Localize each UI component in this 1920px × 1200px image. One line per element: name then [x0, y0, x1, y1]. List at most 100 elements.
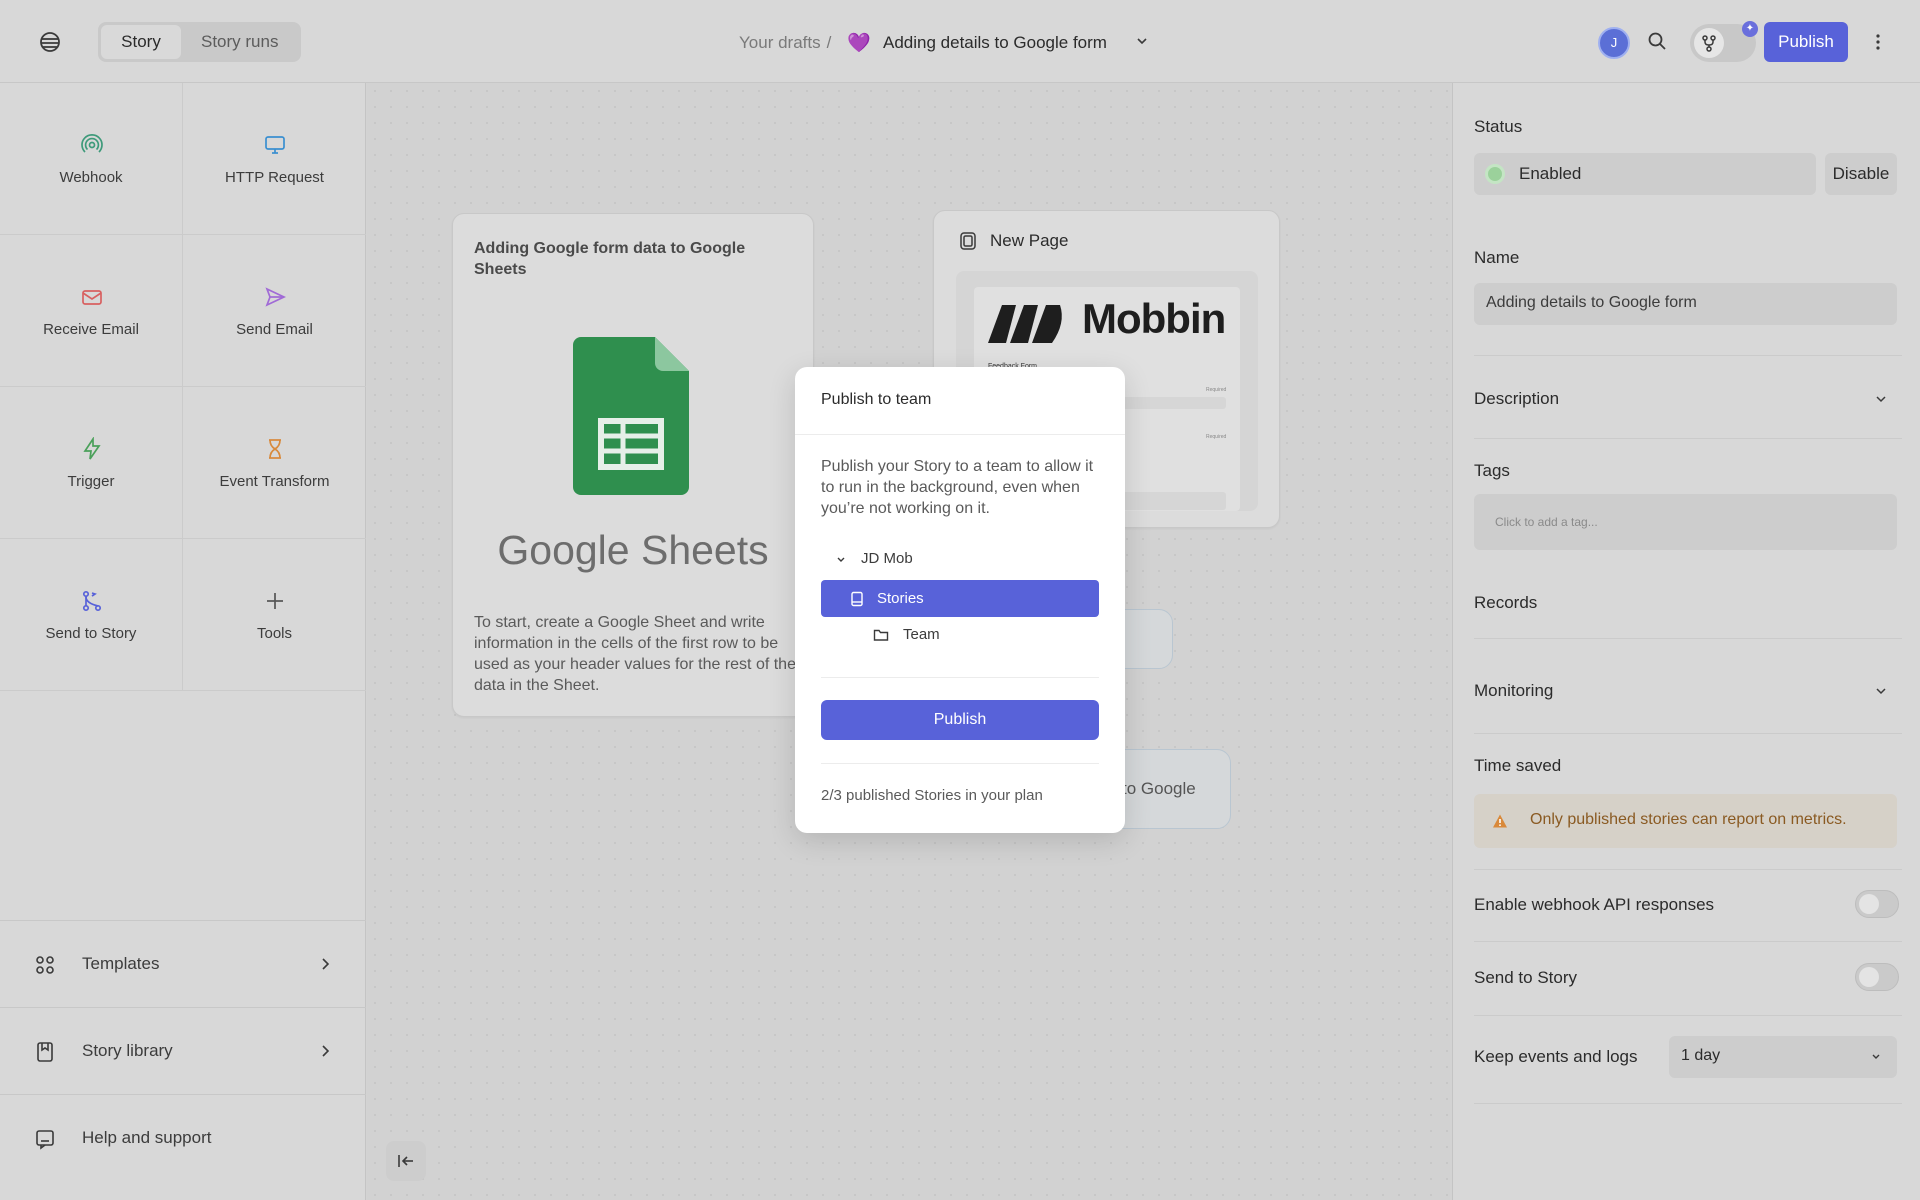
- avatar[interactable]: J: [1598, 27, 1630, 59]
- modal-description: Publish your Story to a team to allow it…: [821, 458, 1094, 517]
- story-settings-panel: Status Enabled Disable Name Adding detai…: [1452, 83, 1920, 1200]
- story-title[interactable]: Adding details to Google form: [883, 33, 1107, 53]
- send-to-story-label: Send to Story: [1474, 968, 1578, 987]
- keep-events-value: 1 day: [1681, 1047, 1721, 1064]
- page-icon: [958, 231, 978, 251]
- tags-label: Tags: [1474, 461, 1510, 480]
- records-label: Records: [1474, 593, 1538, 612]
- tool-tools[interactable]: Tools: [183, 539, 366, 691]
- sidebar-item-templates[interactable]: Templates: [0, 920, 366, 1007]
- toggle-knob: [1859, 967, 1879, 987]
- card-description: To start, create a Google Sheet and writ…: [474, 614, 796, 694]
- menu-icon[interactable]: [38, 30, 62, 54]
- google-sheets-card[interactable]: Adding Google form data to Google Sheets…: [452, 213, 814, 717]
- google-sheets-wordmark: Google Sheets: [497, 527, 769, 573]
- disable-button[interactable]: Disable: [1825, 153, 1897, 195]
- card-header: New Page: [958, 231, 1068, 251]
- divider: [1474, 355, 1902, 356]
- breadcrumb: Your drafts / 💜 Adding details to Google…: [739, 31, 1149, 55]
- tree-item-stories[interactable]: Stories: [821, 580, 1099, 617]
- chevron-down-icon: [1869, 1050, 1883, 1069]
- toggle-knob: [1859, 894, 1879, 914]
- divider: [1474, 733, 1902, 734]
- sidebar-item-label: Help and support: [82, 1128, 212, 1147]
- view-switcher: Story Story runs: [98, 22, 302, 62]
- sidebar-item-label: Templates: [82, 954, 160, 973]
- collapse-sidebar-button[interactable]: [386, 1141, 426, 1181]
- publish-button[interactable]: Publish: [1764, 22, 1848, 62]
- tools-sidebar: Webhook HTTP Request Receive Email Send …: [0, 83, 366, 1200]
- mail-icon: [80, 285, 104, 309]
- tags-input[interactable]: Click to add a tag...: [1474, 494, 1897, 550]
- google-sheets-icon: [573, 337, 689, 500]
- tool-label: Send to Story: [45, 625, 137, 642]
- card-title: Adding Google form data to Google Sheets: [474, 240, 746, 278]
- divider: [821, 763, 1099, 764]
- breadcrumb-drafts[interactable]: Your drafts: [739, 33, 821, 53]
- sparkle-icon: ✦: [1742, 21, 1758, 37]
- chevron-down-icon[interactable]: [1873, 683, 1889, 699]
- name-input[interactable]: Adding details to Google form: [1474, 283, 1897, 325]
- tool-http-request[interactable]: HTTP Request: [183, 83, 366, 235]
- divider: [1474, 1103, 1902, 1104]
- publish-modal: Publish to team Publish your Story to a …: [795, 367, 1125, 833]
- keep-events-select[interactable]: 1 day: [1669, 1036, 1897, 1078]
- preview-brand: Mobbin: [1082, 295, 1226, 342]
- hourglass-icon: [263, 437, 287, 461]
- tree-label: Team: [903, 626, 940, 643]
- tool-label: HTTP Request: [225, 169, 324, 186]
- modal-title: Publish to team: [821, 391, 932, 408]
- kebab-icon[interactable]: [1868, 30, 1888, 54]
- time-saved-label: Time saved: [1474, 756, 1562, 775]
- library-icon: [33, 1040, 57, 1064]
- tree-item-jd-mob[interactable]: JD Mob: [835, 550, 913, 567]
- monitoring-toggle[interactable]: Monitoring: [1474, 681, 1553, 701]
- tool-label: Send Email: [236, 321, 313, 338]
- webhook-icon: [80, 133, 104, 157]
- tool-label: Tools: [256, 625, 293, 642]
- status-dot-icon: [1485, 164, 1505, 184]
- branch-toggle[interactable]: ✦: [1690, 21, 1758, 62]
- divider: [795, 434, 1125, 435]
- modal-publish-button[interactable]: Publish: [821, 700, 1099, 740]
- chevron-down-icon[interactable]: [1873, 391, 1889, 407]
- tags-placeholder: Click to add a tag...: [1495, 515, 1598, 529]
- tree-label: Stories: [877, 590, 924, 607]
- tool-event-transform[interactable]: Event Transform: [183, 387, 366, 539]
- tree-label: JD Mob: [861, 550, 913, 567]
- chevron-right-icon: [316, 955, 334, 973]
- webhook-responses-toggle[interactable]: [1855, 890, 1899, 918]
- tool-send-email[interactable]: Send Email: [183, 235, 366, 387]
- library-icon: [849, 591, 865, 607]
- chevron-down-icon: [835, 553, 847, 565]
- status-label: Status: [1474, 117, 1523, 136]
- chevron-down-icon[interactable]: [1135, 33, 1149, 53]
- keep-events-label: Keep events and logs: [1474, 1047, 1638, 1066]
- mobbin-logo-icon: [988, 303, 1066, 348]
- send-to-story-toggle[interactable]: [1855, 963, 1899, 991]
- tool-trigger[interactable]: Trigger: [0, 387, 183, 539]
- tool-send-to-story[interactable]: Send to Story: [0, 539, 183, 691]
- sidebar-item-help[interactable]: Help and support: [0, 1094, 366, 1181]
- chevron-right-icon: [316, 1042, 334, 1060]
- branch-icon: [1694, 28, 1724, 58]
- tree-item-team[interactable]: Team: [873, 626, 940, 643]
- sidebar-item-label: Story library: [82, 1041, 173, 1060]
- plus-icon: [263, 589, 287, 613]
- tool-receive-email[interactable]: Receive Email: [0, 235, 183, 387]
- divider: [1474, 438, 1902, 439]
- search-icon[interactable]: [1646, 30, 1670, 54]
- divider: [1474, 638, 1902, 639]
- tool-label: Event Transform: [219, 473, 330, 490]
- preview-required: Required: [1206, 434, 1227, 440]
- tool-webhook[interactable]: Webhook: [0, 83, 183, 235]
- tab-story-runs[interactable]: Story runs: [181, 25, 298, 59]
- sidebar-item-story-library[interactable]: Story library: [0, 1007, 366, 1094]
- tab-story[interactable]: Story: [101, 25, 181, 59]
- divider: [1474, 1015, 1902, 1016]
- preview-required: Required: [1206, 387, 1227, 393]
- description-toggle[interactable]: Description: [1474, 389, 1559, 409]
- heart-icon: 💜: [847, 33, 871, 54]
- help-icon: [33, 1127, 57, 1151]
- tool-label: Webhook: [59, 169, 123, 186]
